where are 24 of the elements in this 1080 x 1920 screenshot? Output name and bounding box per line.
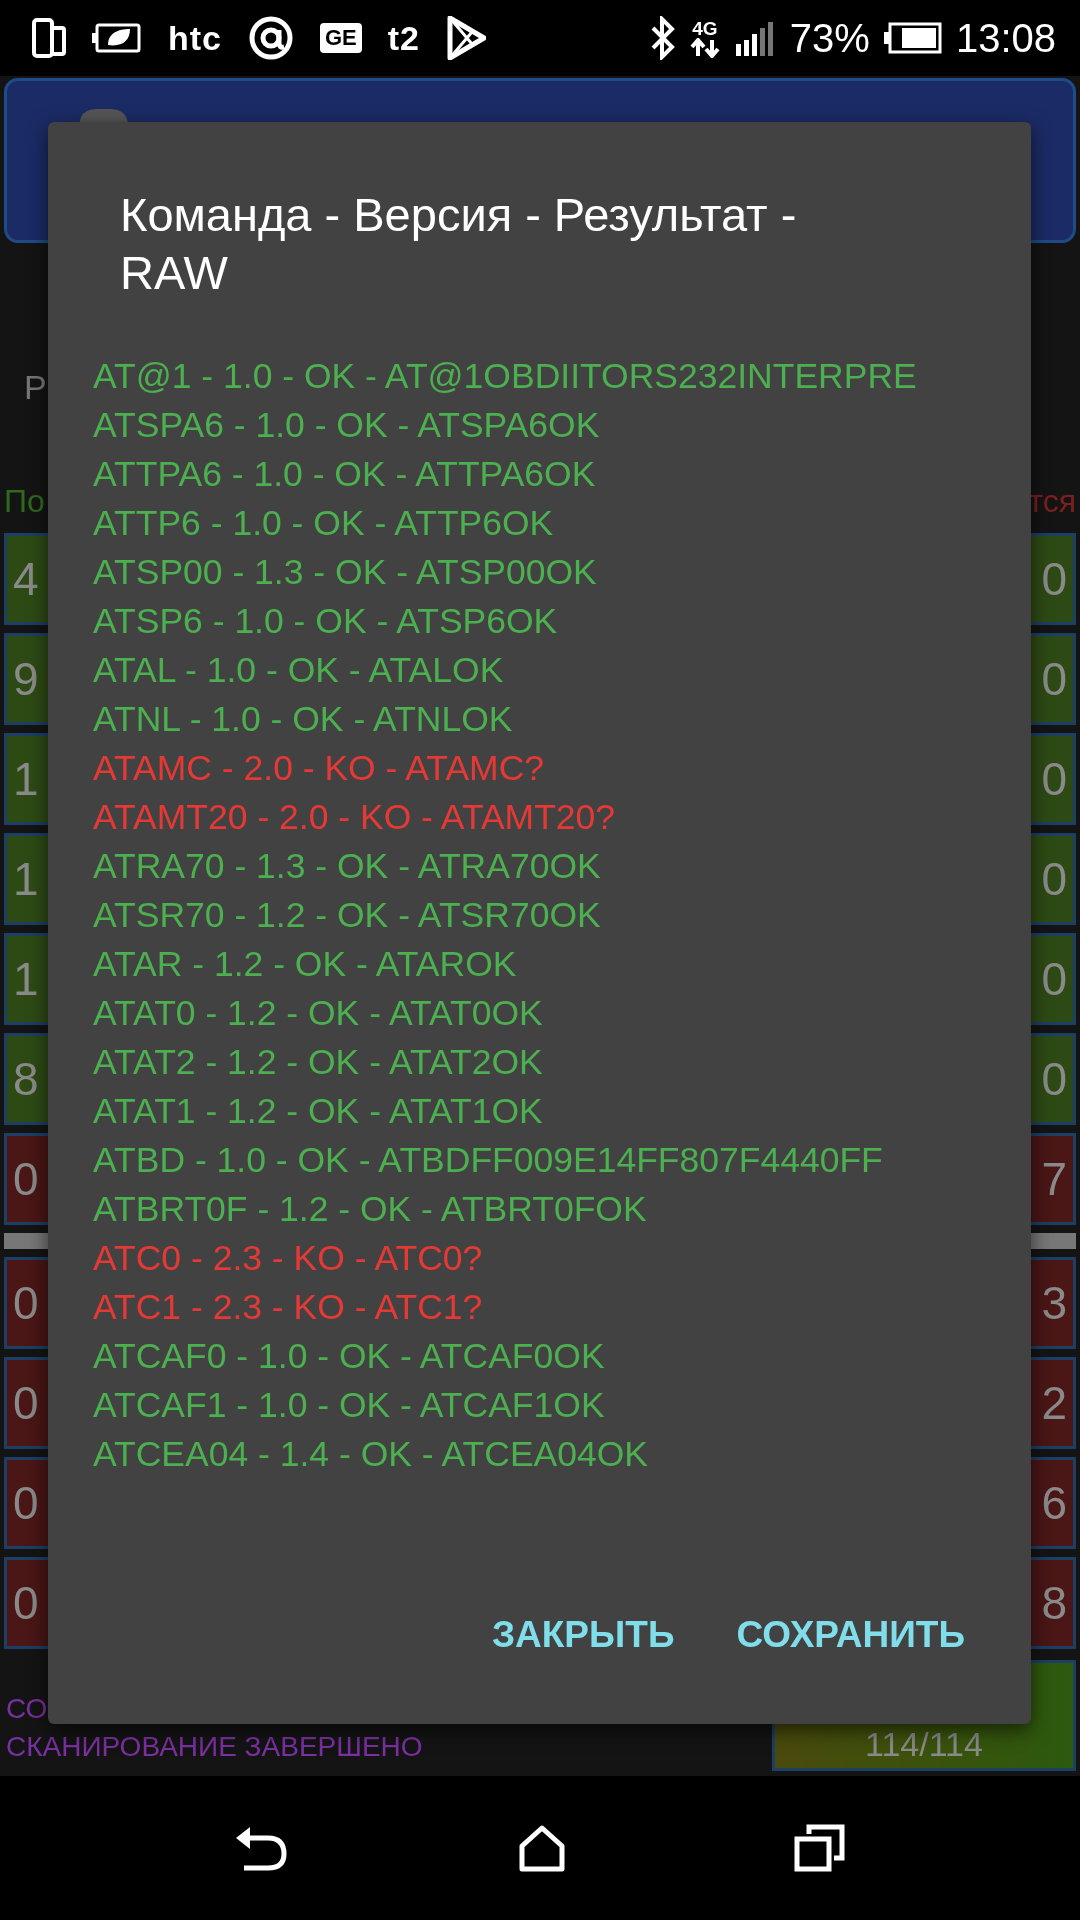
label-text: тся	[1028, 483, 1076, 521]
status-text: СО	[6, 1692, 48, 1726]
battery-icon	[883, 22, 942, 54]
label-text: По	[4, 483, 45, 521]
at-sign-icon	[248, 15, 294, 61]
leaf-battery-icon	[92, 21, 142, 55]
dialog-title: Команда - Версия - Результат - RAW	[120, 187, 798, 301]
notification-logo: htc	[168, 18, 222, 58]
label-text: Р	[24, 368, 47, 406]
status-text: СКАНИРОВАНИЕ ЗАВЕРШЕНО	[6, 1730, 423, 1764]
result-line: AT@1 - 1.0 - OK - AT@1OBDIITORS232INTERPRE	[93, 355, 918, 398]
clock: 13:08	[955, 15, 1056, 61]
result-line: ATSPA6 - 1.0 - OK - ATSPA6OK	[93, 404, 601, 447]
result-line: ATTPA6 - 1.0 - OK - ATTPA6OK	[93, 453, 597, 496]
recent-apps-icon[interactable]	[794, 1824, 846, 1872]
notification-logo: t2	[387, 18, 421, 58]
play-store-icon	[446, 16, 487, 60]
battery-percent: 73%	[789, 15, 870, 61]
phone-icon	[32, 18, 66, 58]
notification-logo: GE	[320, 23, 362, 53]
signal-icon	[733, 20, 776, 56]
result-line: ATC1 - 2.3 - KO - ATC1?	[93, 1286, 484, 1329]
bluetooth-icon	[649, 16, 676, 60]
home-icon[interactable]	[518, 1824, 566, 1872]
